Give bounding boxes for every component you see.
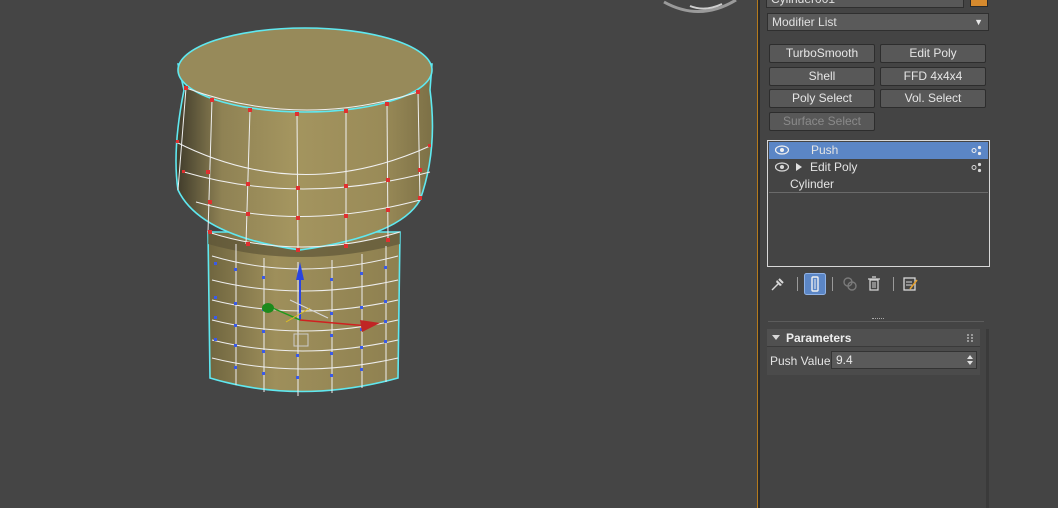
parameters-rollout: Parameters Push Value: 9.4 — [767, 329, 980, 375]
vol-select-button[interactable]: Vol. Select — [880, 89, 986, 108]
panel-scrollbar[interactable] — [986, 329, 989, 508]
dropdown-arrow-icon: ▼ — [974, 17, 983, 27]
viewport-perspective[interactable] — [0, 0, 757, 508]
stack-item-cylinder[interactable]: Cylinder — [769, 176, 988, 193]
stack-item-push[interactable]: Push — [769, 142, 988, 159]
eye-icon[interactable] — [775, 145, 789, 155]
object-color-swatch[interactable] — [970, 0, 988, 7]
push-value-spinner[interactable]: 9.4 — [831, 351, 977, 369]
stack-item-label: Edit Poly — [810, 160, 858, 174]
make-unique-icon[interactable] — [841, 275, 859, 293]
modifier-list-dropdown[interactable]: Modifier List ▼ — [767, 13, 989, 31]
poly-select-button[interactable]: Poly Select — [769, 89, 875, 108]
toolbar-separator — [893, 277, 894, 291]
show-end-result-icon[interactable] — [804, 273, 826, 295]
object-name-field[interactable]: Cylinder001 — [766, 0, 964, 8]
stack-item-label: Push — [811, 143, 839, 157]
push-value-label: Push Value: — [770, 354, 834, 368]
stack-item-edit-poly[interactable]: Edit Poly — [769, 159, 988, 176]
remove-modifier-icon[interactable] — [865, 275, 883, 293]
toolbar-separator — [832, 277, 833, 291]
rollout-divider — [768, 321, 984, 322]
configure-sets-icon[interactable] — [901, 275, 919, 293]
modifier-list-label: Modifier List — [772, 15, 837, 29]
stack-item-label: Cylinder — [790, 177, 835, 191]
expand-arrow-icon[interactable] — [796, 163, 802, 171]
push-value-text: 9.4 — [836, 353, 853, 367]
view-cube-fragment — [663, 0, 737, 13]
pin-stack-icon[interactable] — [769, 275, 787, 293]
modifier-stack[interactable]: Push Edit Poly Cylinder — [767, 140, 990, 267]
surface-select-button[interactable]: Surface Select — [769, 112, 875, 131]
modifier-options-icon[interactable] — [971, 162, 982, 173]
shell-button[interactable]: Shell — [769, 67, 875, 86]
command-panel-modify: Cylinder001 Modifier List ▼ TurboSmooth … — [760, 0, 1058, 508]
spinner-arrows-icon[interactable] — [967, 355, 973, 365]
ffd-4x4x4-button[interactable]: FFD 4x4x4 — [880, 67, 986, 86]
turbosmooth-button[interactable]: TurboSmooth — [769, 44, 875, 63]
eye-icon[interactable] — [775, 162, 789, 172]
collapse-arrow-icon[interactable] — [772, 335, 780, 340]
rollout-grip-icon[interactable] — [967, 334, 973, 342]
edit-poly-button[interactable]: Edit Poly — [880, 44, 986, 63]
toolbar-separator — [797, 277, 798, 291]
cylinder-mesh[interactable] — [0, 0, 757, 508]
parameters-title: Parameters — [786, 331, 852, 345]
parameters-rollout-header[interactable]: Parameters — [767, 329, 980, 347]
modifier-options-icon[interactable] — [971, 145, 982, 156]
